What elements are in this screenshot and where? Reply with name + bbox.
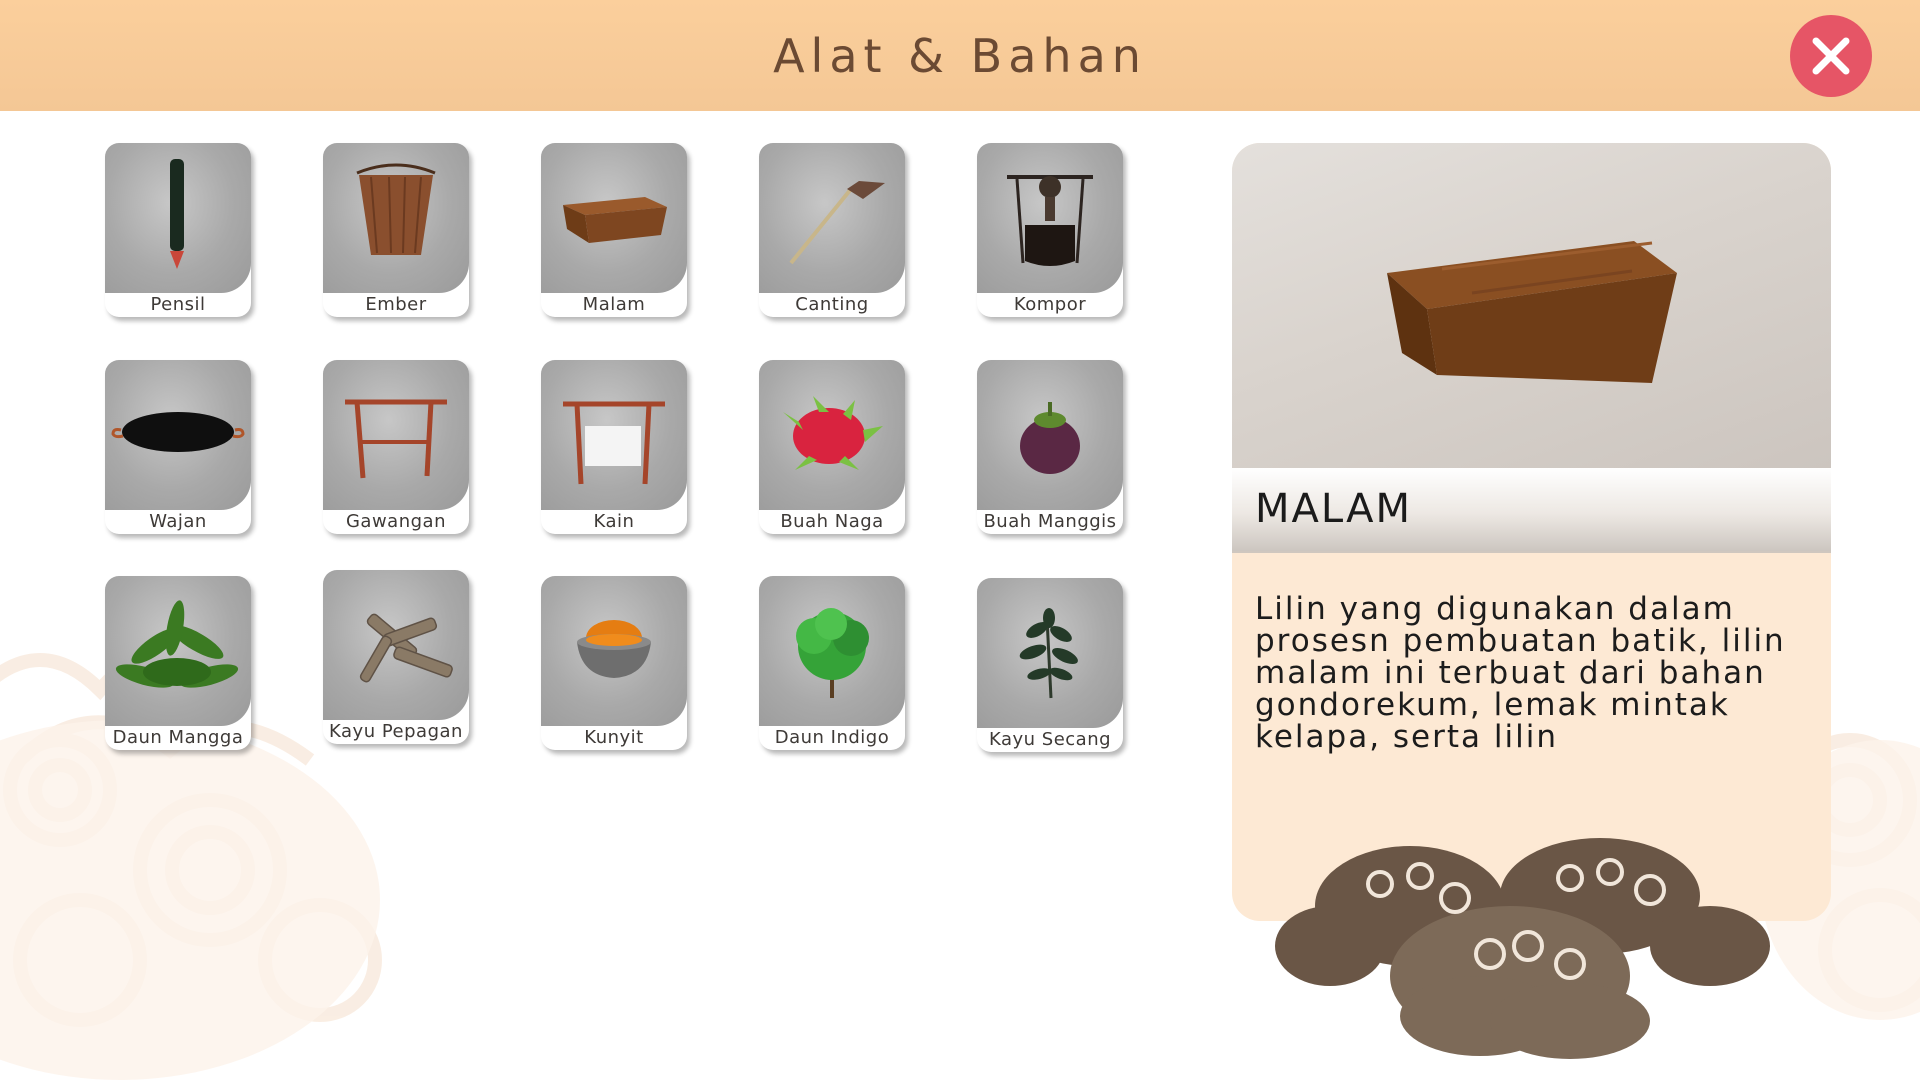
dragon-fruit-icon: [783, 396, 883, 470]
pencil-icon: [170, 159, 184, 269]
bucket-icon: [356, 163, 436, 255]
item-label: Buah Naga: [780, 511, 884, 532]
item-card-kain[interactable]: Kain: [541, 360, 687, 534]
item-label: Daun Indigo: [774, 727, 890, 748]
canting-icon: [789, 181, 885, 265]
detail-title-bar: MALAM: [1232, 468, 1831, 553]
bark-wood-icon: [359, 613, 453, 683]
detail-title: MALAM: [1255, 486, 1412, 532]
item-label: Gawangan: [345, 511, 446, 532]
mangosteen-icon: [1020, 402, 1080, 474]
mango-leaves-icon: [115, 600, 239, 688]
item-label: Daun Mangga: [112, 727, 244, 748]
item-card-gawangan[interactable]: Gawangan: [323, 360, 469, 534]
secang-plant-icon: [1019, 608, 1078, 699]
detail-preview: [1232, 143, 1831, 468]
item-label: Kayu Secang: [988, 729, 1112, 750]
close-button[interactable]: [1790, 15, 1872, 97]
detail-panel: MALAM Lilin yang digunakan dalam prosesn…: [1232, 143, 1831, 921]
item-label: Kayu Pepagan: [329, 721, 463, 742]
item-card-daun-indigo[interactable]: Daun Indigo: [759, 576, 905, 750]
rack-icon: [345, 399, 447, 479]
item-card-kunyit[interactable]: Kunyit: [541, 576, 687, 750]
wok-icon: [111, 412, 245, 452]
item-label: Kain: [593, 511, 635, 532]
item-label: Pensil: [150, 294, 206, 315]
item-card-kayu-secang[interactable]: Kayu Secang: [977, 578, 1123, 752]
detail-description: Lilin yang digunakan dalam prosesn pembu…: [1255, 591, 1786, 755]
item-label: Buah Manggis: [983, 511, 1117, 532]
item-card-ember[interactable]: Ember: [323, 143, 469, 317]
stove-icon: [1007, 175, 1093, 266]
close-icon: [1812, 37, 1850, 75]
turmeric-bowl-icon: [577, 620, 651, 678]
wax-block-icon: [563, 197, 667, 243]
item-card-canting[interactable]: Canting: [759, 143, 905, 317]
item-card-wajan[interactable]: Wajan: [105, 360, 251, 534]
item-card-buah-naga[interactable]: Buah Naga: [759, 360, 905, 534]
item-card-daun-mangga[interactable]: Daun Mangga: [105, 576, 251, 750]
item-card-pensil[interactable]: Pensil: [105, 143, 251, 317]
item-label: Ember: [365, 294, 427, 315]
item-label: Kunyit: [584, 727, 644, 748]
decorative-cloud: [1275, 838, 1770, 1059]
item-label: Canting: [795, 294, 869, 315]
item-card-kompor[interactable]: Kompor: [977, 143, 1123, 317]
item-card-malam[interactable]: Malam: [541, 143, 687, 317]
item-card-buah-manggis[interactable]: Buah Manggis: [977, 360, 1123, 534]
wax-block-preview: [1387, 241, 1677, 383]
item-label: Wajan: [149, 511, 207, 532]
cloth-rack-icon: [563, 401, 665, 485]
page-title: Alat & Bahan: [773, 28, 1147, 83]
item-label: Malam: [582, 294, 646, 315]
item-label: Kompor: [1013, 294, 1087, 315]
item-card-kayu-pepagan[interactable]: Kayu Pepagan: [323, 570, 469, 744]
indigo-bush-icon: [796, 608, 869, 698]
